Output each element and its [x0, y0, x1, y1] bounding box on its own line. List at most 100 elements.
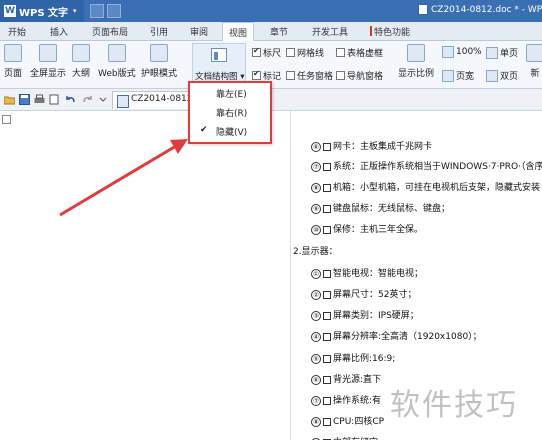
new-doc-icon[interactable] [90, 4, 104, 18]
checkbox-square-icon [323, 375, 331, 384]
save-icon[interactable] [107, 4, 121, 18]
print-icon[interactable] [34, 94, 45, 105]
document-line: ⑦ 操作系统:有 [311, 393, 381, 406]
watermark-text: 软件技巧 [390, 388, 518, 423]
checkbox-square-icon [323, 396, 331, 405]
outline-button[interactable]: 大纲 [72, 44, 90, 79]
zoom-button[interactable]: 显示比例 [398, 44, 434, 79]
tab-home[interactable]: 开始 [8, 25, 26, 38]
single-page-button[interactable]: 单页 [486, 46, 518, 59]
list-number: ⑩ [311, 224, 321, 235]
tab-special-features[interactable]: 特色功能 [370, 25, 410, 38]
new-window-button[interactable]: 新 [526, 44, 542, 79]
new-window-icon [526, 44, 542, 62]
task-pane-checkbox[interactable]: 任务窗格 [286, 69, 333, 82]
list-number: ① [311, 268, 321, 279]
menu-item-align-right[interactable]: 靠右(R) [216, 106, 247, 119]
menu-item-align-left[interactable]: 靠左(E) [216, 87, 247, 100]
document-line: ① 智能电视：智能电视； [311, 266, 423, 279]
gridlines-checkbox[interactable]: 网格线 [286, 46, 324, 59]
list-number: ④ [311, 331, 321, 342]
checkbox-square-icon [323, 183, 331, 192]
page-view-button[interactable]: 页面 [4, 44, 22, 79]
document-line: ⑩ 保修：主机三年全保。 [311, 222, 423, 235]
cut-off-line [309, 116, 312, 126]
list-number: ⑥ [311, 374, 321, 385]
marks-check-box [252, 69, 261, 80]
open-folder-icon[interactable] [4, 94, 15, 105]
web-layout-button[interactable]: Web版式 [98, 44, 136, 79]
undo-icon[interactable] [65, 94, 76, 105]
zoom-100-label: 100% [456, 47, 482, 57]
zoom-icon [407, 44, 425, 62]
wps-window: W WPS 文字 ▾ CZ2014-0812.doc * - WPS 开始 插入… [0, 0, 542, 440]
menu-tabs: 开始 插入 页面布局 引用 审阅 视图 章节 开发工具 特色功能 [0, 22, 542, 41]
eye-protection-button[interactable]: 护眼模式 [141, 44, 177, 79]
eye-protection-label: 护眼模式 [141, 69, 178, 79]
document-line: ⑧ CPU:四核CP [311, 414, 384, 427]
nav-pane-check-box [336, 71, 345, 80]
page-width-icon [442, 69, 454, 82]
double-page-button[interactable]: 双页 [486, 69, 518, 82]
line-text: 键盘鼠标：无线鼠标、键盘； [333, 204, 451, 214]
table-gridlines-check-box [336, 48, 345, 57]
list-number: ⑦ [311, 395, 321, 406]
list-number: ② [311, 289, 321, 300]
line-text: 系统：正版操作系统相当于WINDOWS·7·PRO·（含序列 [333, 162, 542, 172]
list-number: ⑧ [311, 416, 321, 427]
single-page-icon [486, 46, 498, 59]
print-preview-icon[interactable] [49, 94, 60, 105]
redo-icon[interactable] [82, 94, 93, 105]
tab-review[interactable]: 审阅 [190, 25, 208, 38]
ruler-corner [2, 115, 11, 124]
checkbox-square-icon [323, 332, 331, 341]
line-text: 2.显示器： [293, 247, 338, 257]
nav-pane-checkbox[interactable]: 导航窗格 [336, 69, 383, 82]
line-text: 屏幕类别：IPS硬屏； [333, 311, 419, 321]
tab-page-layout[interactable]: 页面布局 [92, 25, 128, 38]
list-number: ⑧ [311, 182, 321, 193]
list-number: ⑥ [311, 141, 321, 152]
checkbox-square-icon [323, 354, 331, 363]
save-icon[interactable] [19, 94, 30, 105]
chevron-down-icon[interactable] [98, 94, 109, 105]
line-text: 操作系统:有 [333, 396, 382, 406]
wps-logo-icon: W [4, 5, 16, 17]
gridlines-label: 网格线 [297, 49, 325, 59]
document-title: CZ2014-0812.doc * - WPS [431, 4, 542, 15]
checkbox-square-icon [323, 204, 331, 213]
fullscreen-button[interactable]: 全屏显示 [30, 44, 66, 79]
web-layout-icon [107, 44, 126, 62]
page-view-label: 页面 [4, 69, 23, 79]
line-text: CPU:四核CP [333, 417, 385, 427]
tab-developer[interactable]: 开发工具 [312, 25, 348, 38]
tab-chapter[interactable]: 章节 [270, 25, 288, 38]
list-number: ⑤ [311, 353, 321, 364]
list-number: ⑦ [311, 161, 321, 172]
web-layout-label: Web版式 [98, 69, 136, 79]
page-width-button[interactable]: 页宽 [442, 69, 474, 82]
double-page-icon [486, 69, 498, 82]
double-page-label: 双页 [500, 72, 519, 82]
menu-item-hide[interactable]: 隐藏(V) [216, 125, 247, 138]
line-text: 屏幕尺寸：52英寸； [333, 290, 417, 300]
ruler-checkbox[interactable]: 标尺 [252, 46, 281, 59]
zoom-100-button[interactable]: 100% [442, 46, 482, 58]
table-gridlines-checkbox[interactable]: 表格虚框 [336, 46, 383, 59]
document-line: ⑥ 网卡：主板集成千兆网卡 [311, 139, 432, 152]
ruler-label: 标尺 [263, 49, 282, 59]
tab-references[interactable]: 引用 [150, 25, 168, 38]
zoom-label: 显示比例 [398, 69, 435, 79]
outline-icon [72, 44, 90, 62]
line-text: 网卡：主板集成千兆网卡 [333, 142, 433, 152]
check-icon: ✔ [200, 125, 208, 135]
title-bar: W WPS 文字 ▾ CZ2014-0812.doc * - WPS [0, 0, 542, 22]
tab-view[interactable]: 视图 [222, 22, 255, 41]
document-line: ⑦ 系统：正版操作系统相当于WINDOWS·7·PRO·（含序列 [311, 159, 542, 172]
document-line: ③ 屏幕类别：IPS硬屏； [311, 308, 419, 321]
checkbox-square-icon [323, 311, 331, 320]
tab-insert[interactable]: 插入 [50, 25, 68, 38]
checkbox-square-icon [323, 417, 331, 426]
single-page-label: 单页 [500, 49, 519, 59]
app-menu-button[interactable]: W WPS 文字 ▾ [0, 0, 84, 22]
